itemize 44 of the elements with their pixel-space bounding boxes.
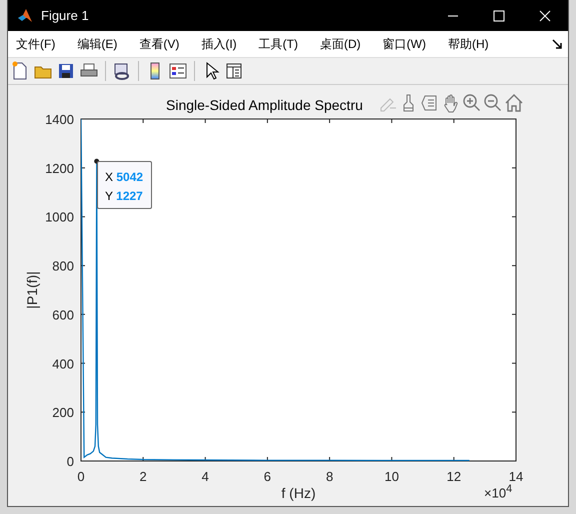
- y-tick-label: 0: [66, 454, 74, 469]
- y-tick-label: 1400: [45, 112, 74, 127]
- x-tick-label: 4: [202, 469, 209, 484]
- x-tick-label: 0: [77, 469, 85, 484]
- y-value: 1227: [116, 189, 143, 203]
- y-tick-label: 400: [52, 356, 74, 372]
- x-tick-label: 8: [326, 469, 334, 484]
- maximize-icon: [493, 10, 505, 22]
- y-tick-label: 200: [52, 405, 74, 420]
- menu-item[interactable]: 工具(T): [250, 34, 306, 54]
- dock-arrow-icon[interactable]: [552, 39, 562, 49]
- x-tick-label: 14: [508, 469, 524, 484]
- y-label: Y: [105, 189, 113, 203]
- x-value: 5042: [116, 170, 144, 184]
- x-tick-label: 2: [140, 469, 147, 484]
- y-tick-label: 1200: [45, 160, 74, 176]
- plot-title: Single-Sided Amplitude Spectru: [166, 97, 363, 113]
- zoom-in-icon[interactable]: [462, 93, 482, 113]
- y-axis-label: |P1(f)|: [24, 271, 40, 309]
- menu-item[interactable]: 文件(F): [8, 34, 64, 54]
- menu-item[interactable]: 窗口(W): [374, 34, 434, 54]
- legend-icon[interactable]: [168, 61, 188, 81]
- x-axis-label: f (Hz): [281, 485, 316, 501]
- x-label: X: [105, 170, 114, 184]
- menu-item[interactable]: 帮助(H): [440, 34, 497, 54]
- home-icon[interactable]: [504, 93, 524, 113]
- close-icon: [539, 10, 551, 22]
- y-tick-label: 1000: [45, 210, 74, 225]
- property-panel-icon[interactable]: [224, 61, 244, 81]
- menu-item[interactable]: 插入(I): [193, 34, 245, 54]
- y-tick-label: 800: [52, 258, 74, 274]
- link-figure-icon[interactable]: [112, 61, 132, 81]
- x-tick-label: 6: [264, 469, 272, 484]
- app-logo-icon: [17, 8, 33, 24]
- x-tick-label: 12: [446, 469, 462, 484]
- menu-item[interactable]: 查看(V): [131, 34, 188, 54]
- save-icon[interactable]: [56, 61, 76, 81]
- menu-item[interactable]: 桌面(D): [312, 34, 369, 54]
- zoom-out-icon[interactable]: [483, 93, 503, 113]
- window-title: Figure 1: [41, 8, 90, 23]
- x-tick-label: 10: [384, 469, 399, 484]
- menu-item[interactable]: 编辑(E): [69, 34, 126, 54]
- y-tick-label: 600: [52, 307, 74, 322]
- axis-exponent: ×10$^{4}$: [484, 483, 512, 500]
